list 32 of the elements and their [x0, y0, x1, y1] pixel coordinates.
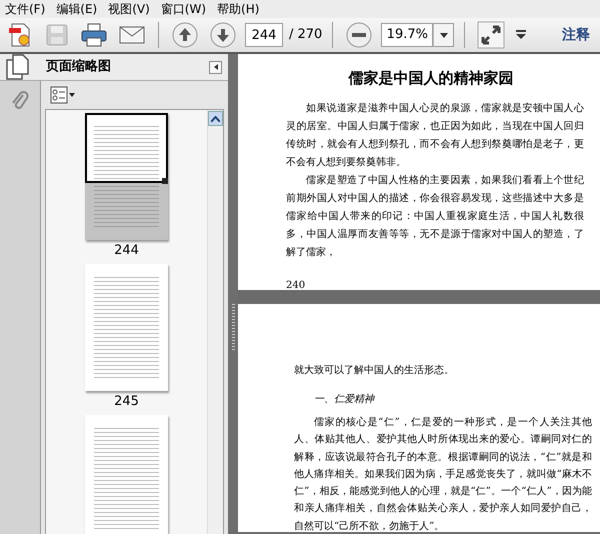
page-thumbnail[interactable] — [85, 264, 168, 391]
page-number: 240 — [286, 279, 306, 293]
menu-item[interactable]: 视图(V) — [105, 1, 158, 17]
page-number-field[interactable]: 244 — [245, 23, 283, 47]
zoom-field[interactable]: 19.7% — [381, 23, 434, 47]
menu-item[interactable]: 文件(F) — [2, 1, 54, 17]
comment-button[interactable]: 注释 — [556, 22, 596, 48]
page-thumbnail[interactable] — [85, 415, 168, 534]
scroll-up-button[interactable] — [208, 111, 223, 126]
paragraph: 儒家的核心是“仁”，仁是爱的一种形式，是一个人关注其他人、体贴其他人、爱护其他人时所体现出来的爱心。谭嗣同对仁的解释，应该说最符合孔子的本意。根据谭嗣同的说法，“仁”就是和他人痛痒相关。如果我们因为病，手足感觉丧失了，就叫做“麻木不仁”，相反，能感觉到他人的心理，就是“仁”。一个“仁人”，因为能和亲人痛痒相关，自然会体贴关心亲人，爱护亲人如同爱护自己，自然可以“己所不欲，勿施于人”。 — [294, 416, 592, 532]
paragraph: 如果说道家是滋养中国人心灵的泉源，儒家就是安顿中国人心灵的居室。中国人归属于儒家，也正因为如此，当现在中国人回归传统时，就会有人想到祭孔，而不会有人想到祭奠哪怕是老子，更不会有人想到要祭奠韩非。 — [286, 102, 584, 170]
caret-icon — [440, 32, 448, 38]
chevron-up-icon — [211, 116, 220, 122]
thumbnail-label: 244 — [114, 244, 139, 258]
page-title: 儒家是中国人的精神家园 — [347, 68, 514, 88]
menu-item[interactable]: 窗口(W) — [158, 1, 214, 17]
page-total: / 270 — [289, 26, 322, 44]
menu-item[interactable]: 编辑(E) — [53, 1, 106, 17]
menu-item[interactable]: 帮助(H) — [214, 1, 268, 17]
triangle-left-icon — [214, 64, 218, 70]
options-button[interactable] — [48, 84, 78, 106]
splitter-grip[interactable] — [232, 304, 234, 352]
thumbnail-label: 245 — [114, 395, 139, 409]
collapse-panel-button[interactable] — [209, 60, 222, 74]
section-heading: 一、仁爱精神 — [314, 392, 376, 407]
full-screen-button[interactable] — [475, 19, 508, 51]
page-thumbnail[interactable] — [85, 113, 168, 240]
zoom-dropdown-button[interactable] — [433, 23, 454, 47]
paragraph: 就大致可以了解中国人的生活形态。 — [294, 364, 455, 378]
panel-title: 页面缩略图 — [46, 58, 111, 76]
paragraph: 儒家是塑造了中国人性格的主要因素，如果我们看看上个世纪前期外国人对中国人的描述，你会很容易发现，这些描述中大多是儒家给中国人带来的印记：中国人重视家庭生活，中国人礼数很多，中国人温厚而友善等等，无不是源于儒家对中国人的塑造，了解了儒家， — [286, 174, 584, 260]
pages-icon[interactable] — [6, 54, 30, 80]
